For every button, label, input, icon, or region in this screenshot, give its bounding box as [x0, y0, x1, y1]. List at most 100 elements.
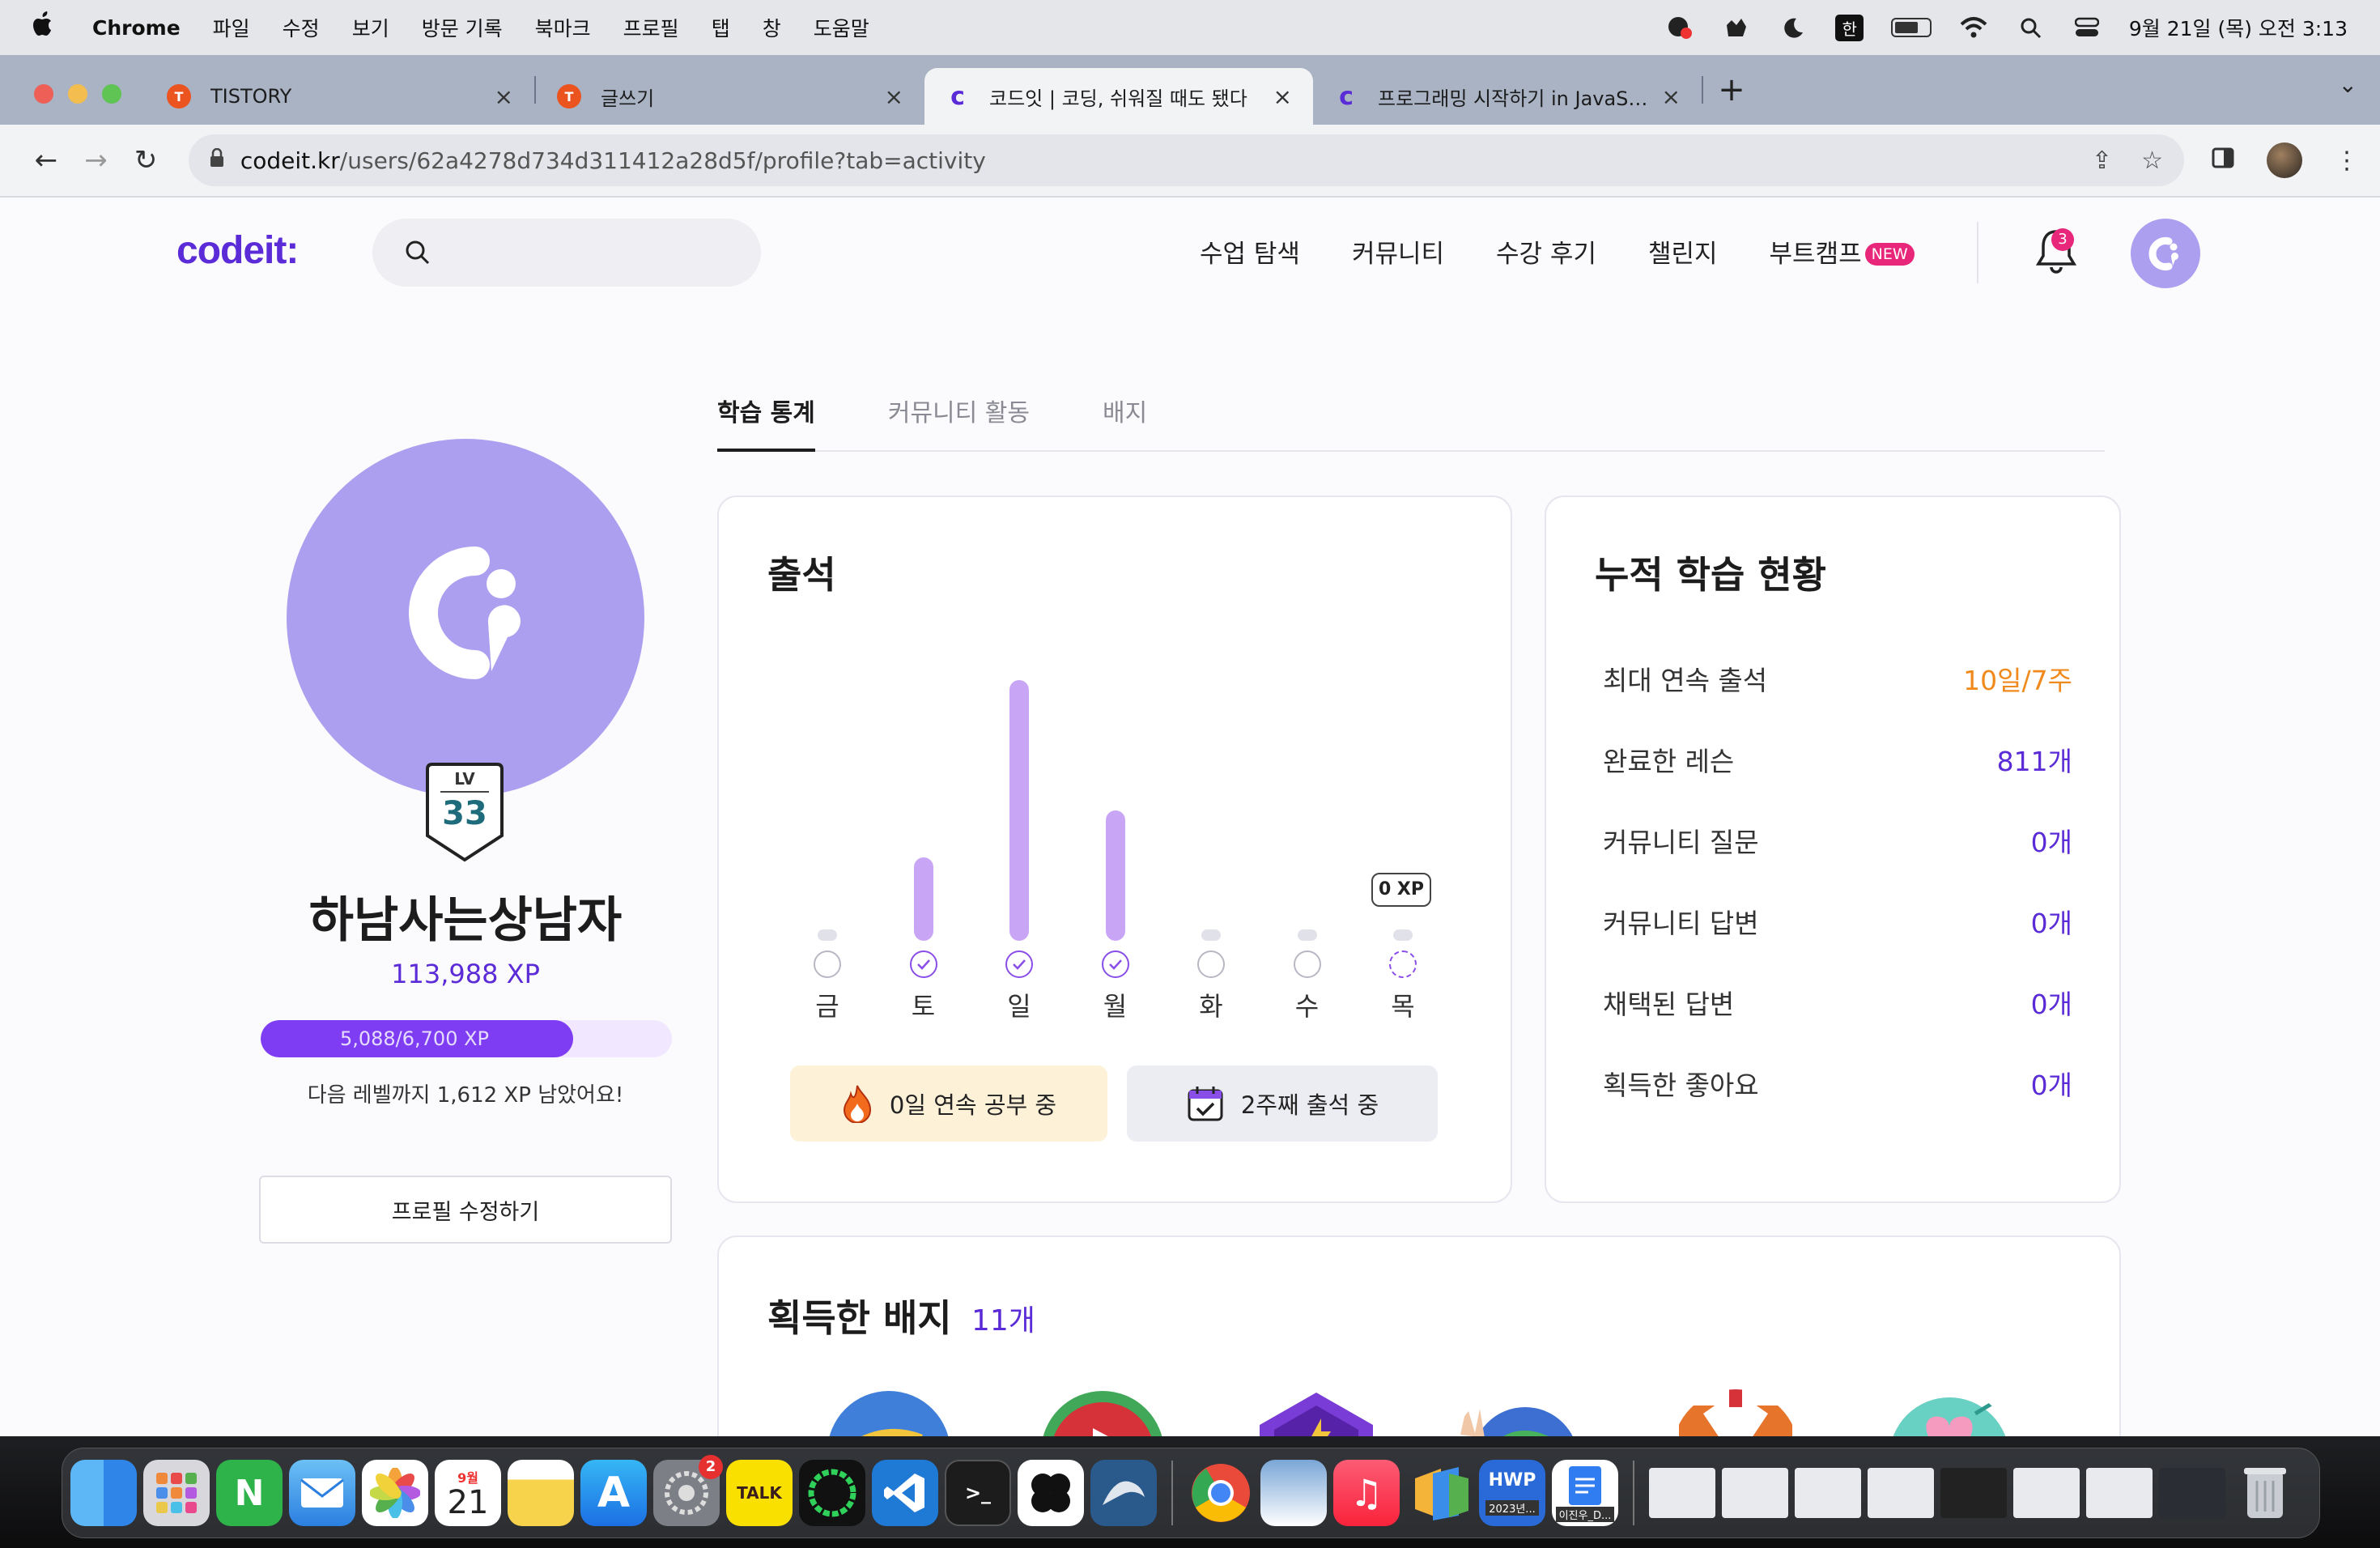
- macos-dock: N 9월 21 A 2 TALK >_ ♫ HWP 2023년... 이진우_D…: [62, 1448, 2320, 1538]
- browser-tab[interactable]: c 프로그래밍 시작하기 in JavaScript ×: [1313, 68, 1702, 125]
- preview-icon[interactable]: [1260, 1460, 1327, 1526]
- forward-arrow-icon[interactable]: →: [71, 144, 121, 176]
- menu-bookmarks[interactable]: 북마크: [535, 13, 591, 42]
- wifi-icon[interactable]: [1959, 15, 1988, 40]
- browser-toolbar: ← → ↻ codeit.kr/users/62a4278d734d311412…: [0, 125, 2380, 198]
- system-settings-icon[interactable]: 2: [653, 1455, 723, 1526]
- terminal-icon[interactable]: >_: [945, 1460, 1011, 1526]
- attendance-check-icon: [1101, 950, 1129, 978]
- site-search-input[interactable]: [372, 219, 761, 287]
- menubar-app-name[interactable]: Chrome: [92, 16, 181, 40]
- attendance-bar: [1009, 680, 1029, 941]
- edit-profile-button[interactable]: 프로필 수정하기: [259, 1176, 672, 1244]
- battery-icon[interactable]: [1890, 18, 1932, 37]
- minimized-window-thumbnail[interactable]: [1722, 1468, 1788, 1518]
- browser-tab-active[interactable]: c 코드잇 | 코딩, 쉬워질 때도 됐다 ×: [924, 68, 1313, 125]
- tab-learning-stats[interactable]: 학습 통계: [717, 393, 815, 452]
- minimized-window-thumbnail[interactable]: [2159, 1468, 2225, 1518]
- close-tab-icon[interactable]: ×: [1273, 83, 1292, 110]
- app-store-icon[interactable]: A: [580, 1460, 647, 1526]
- mail-icon[interactable]: [289, 1460, 355, 1526]
- new-tab-button[interactable]: +: [1703, 71, 1760, 108]
- trash-icon[interactable]: [2232, 1460, 2298, 1526]
- moon-icon[interactable]: [1779, 15, 1808, 40]
- menu-file[interactable]: 파일: [213, 13, 250, 42]
- menu-history[interactable]: 방문 기록: [422, 13, 503, 42]
- stat-label: 커뮤니티 답변: [1603, 908, 1759, 939]
- calendar-icon[interactable]: 9월 21: [435, 1460, 501, 1526]
- tab-search-chevron-icon[interactable]: ⌄: [2339, 71, 2357, 98]
- close-tab-icon[interactable]: ×: [1662, 83, 1681, 110]
- menu-tab[interactable]: 탭: [712, 13, 730, 42]
- stat-label: 최대 연속 출석: [1603, 665, 1768, 696]
- tab-community-activity[interactable]: 커뮤니티 활동: [888, 393, 1030, 452]
- stat-value: 0개: [2030, 908, 2072, 939]
- minimized-window-thumbnail[interactable]: [1868, 1468, 1934, 1518]
- minimized-window-thumbnail[interactable]: [1940, 1468, 2007, 1518]
- close-tab-icon[interactable]: ×: [495, 83, 513, 110]
- notes-icon[interactable]: [508, 1460, 574, 1526]
- minimized-window-thumbnail[interactable]: [2086, 1468, 2153, 1518]
- stat-label: 완료한 레슨: [1603, 746, 1735, 777]
- address-bar[interactable]: codeit.kr/users/62a4278d734d311412a28d5f…: [188, 134, 2185, 186]
- menubar-clock[interactable]: 9월 21일 (목) 오전 3:13: [2129, 13, 2348, 42]
- apple-menu-icon[interactable]: [32, 11, 68, 45]
- photos-icon[interactable]: [362, 1460, 428, 1526]
- naver-status-icon[interactable]: [1665, 15, 1694, 40]
- vscode-icon[interactable]: [872, 1460, 938, 1526]
- music-icon[interactable]: ♫: [1333, 1460, 1400, 1526]
- minimize-window-button[interactable]: [68, 84, 87, 104]
- lock-icon[interactable]: [210, 147, 224, 172]
- naver-icon[interactable]: N: [216, 1460, 283, 1526]
- attendance-empty-icon: [1293, 950, 1321, 978]
- browser-tab[interactable]: T 글쓰기 ×: [536, 68, 924, 125]
- clover-app-icon[interactable]: [1018, 1460, 1084, 1526]
- office-apps-icon[interactable]: [1406, 1460, 1473, 1526]
- reload-icon[interactable]: ↻: [121, 144, 171, 176]
- kakaotalk-icon[interactable]: TALK: [726, 1460, 793, 1526]
- chrome-menu-icon[interactable]: ⋮: [2335, 147, 2359, 175]
- menu-edit[interactable]: 수정: [283, 13, 320, 42]
- nav-challenge[interactable]: 챌린지: [1648, 233, 1718, 270]
- codeit-logo[interactable]: codeit:: [176, 228, 299, 273]
- chrome-icon[interactable]: [1188, 1460, 1254, 1526]
- nav-community[interactable]: 커뮤니티: [1352, 233, 1444, 270]
- share-icon[interactable]: ⇪: [2092, 147, 2112, 175]
- nav-explore-classes[interactable]: 수업 탐색: [1200, 233, 1300, 270]
- minimized-window-thumbnail[interactable]: [1795, 1468, 1861, 1518]
- back-arrow-icon[interactable]: ←: [21, 144, 71, 176]
- spotlight-search-icon[interactable]: [2016, 15, 2045, 40]
- hand-status-icon[interactable]: [1722, 15, 1751, 40]
- activity-ring-icon[interactable]: [799, 1460, 865, 1526]
- bookmark-star-icon[interactable]: ☆: [2141, 147, 2163, 175]
- attendance-day-label: 월: [1103, 991, 1128, 1022]
- menu-profiles[interactable]: 프로필: [623, 13, 679, 42]
- side-panel-icon[interactable]: [2212, 147, 2234, 175]
- browser-tab[interactable]: T TISTORY ×: [146, 68, 534, 125]
- menu-view[interactable]: 보기: [352, 13, 389, 42]
- launchpad-icon[interactable]: [143, 1460, 210, 1526]
- chrome-profile-avatar[interactable]: [2267, 142, 2303, 178]
- menu-help[interactable]: 도움말: [814, 13, 869, 42]
- google-doc-icon[interactable]: 이진우_D...: [1552, 1460, 1618, 1526]
- nav-reviews[interactable]: 수강 후기: [1496, 233, 1596, 270]
- minimized-window-thumbnail[interactable]: [1649, 1468, 1715, 1518]
- nav-bootcamp[interactable]: 부트캠프 NEW: [1770, 233, 1915, 270]
- tab-badges[interactable]: 배지: [1103, 393, 1147, 452]
- input-method-indicator[interactable]: 한: [1835, 14, 1864, 41]
- attendance-day-label: 화: [1199, 991, 1223, 1022]
- finder-icon[interactable]: [70, 1460, 137, 1526]
- hwp-document-icon[interactable]: HWP 2023년...: [1479, 1460, 1545, 1526]
- attendance-bar: [1201, 929, 1221, 941]
- minimized-window-thumbnail[interactable]: [2013, 1468, 2080, 1518]
- stat-value: 10일/7주: [1963, 665, 2072, 696]
- menu-window[interactable]: 창: [763, 13, 781, 42]
- close-tab-icon[interactable]: ×: [885, 83, 903, 110]
- weekly-streak-text: 2주째 출석 중: [1240, 1091, 1379, 1119]
- close-window-button[interactable]: [34, 84, 53, 104]
- mysql-workbench-icon[interactable]: [1090, 1460, 1157, 1526]
- user-avatar[interactable]: [2131, 219, 2200, 288]
- codeit-icon: c: [950, 82, 965, 111]
- zoom-window-button[interactable]: [102, 84, 121, 104]
- control-center-icon[interactable]: [2072, 15, 2102, 40]
